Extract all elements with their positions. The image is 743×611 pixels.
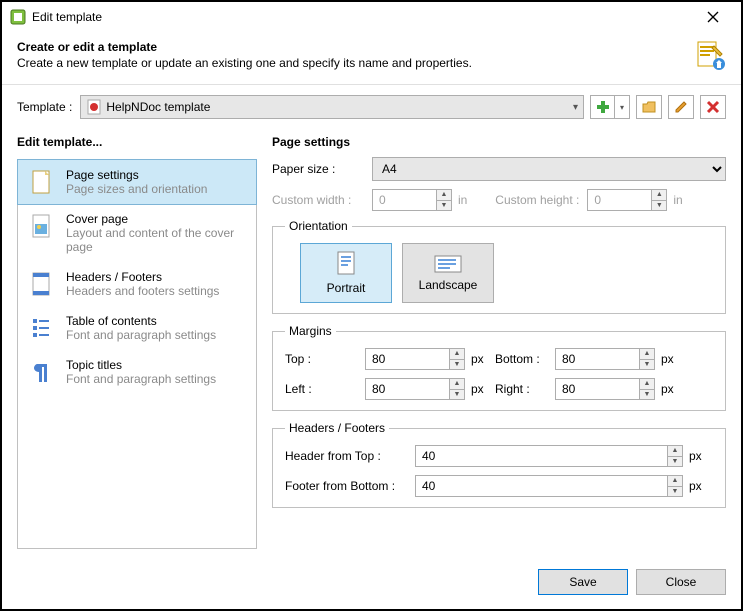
template-row: Template : HelpNDoc template ▾ ▾ <box>2 85 741 129</box>
custom-height-input[interactable]: 0▲▼ <box>587 189 667 211</box>
custom-width-label: Custom width : <box>272 193 372 207</box>
margin-bottom-label: Bottom : <box>495 352 555 366</box>
margin-left-label: Left : <box>285 382 365 396</box>
margins-group: Margins Top : 80▲▼ px Bottom : 80▲▼ px L… <box>272 324 726 411</box>
window-close-button[interactable] <box>693 2 733 32</box>
chevron-down-icon: ▾ <box>573 102 578 113</box>
margin-top-input[interactable]: 80▲▼ <box>365 348 465 370</box>
sidebar-title: Edit template... <box>17 129 257 159</box>
margin-right-label: Right : <box>495 382 555 396</box>
header-subtitle: Create a new template or update an exist… <box>17 56 694 70</box>
footer: Save Close <box>2 559 741 609</box>
paragraph-icon <box>28 358 56 386</box>
template-select[interactable]: HelpNDoc template ▾ <box>80 95 584 119</box>
margin-bottom-input[interactable]: 80▲▼ <box>555 348 655 370</box>
headers-footers-group: Headers / Footers Header from Top : 40▲▼… <box>272 421 726 508</box>
page-icon <box>28 168 56 196</box>
margin-right-input[interactable]: 80▲▼ <box>555 378 655 400</box>
orientation-group: Orientation Portrait Landscape <box>272 219 726 314</box>
template-label: Template : <box>17 100 72 114</box>
margin-left-input[interactable]: 80▲▼ <box>365 378 465 400</box>
header-icon <box>694 40 726 72</box>
template-selected: HelpNDoc template <box>106 100 210 114</box>
footer-from-bottom-input[interactable]: 40▲▼ <box>415 475 683 497</box>
header-from-top-input[interactable]: 40▲▼ <box>415 445 683 467</box>
header-from-top-label: Header from Top : <box>285 449 415 463</box>
pdf-icon <box>86 99 102 115</box>
header-title: Create or edit a template <box>17 40 694 54</box>
headers-footers-icon <box>28 270 56 298</box>
sidebar-item-headers-footers[interactable]: Headers / FootersHeaders and footers set… <box>18 262 256 306</box>
open-template-button[interactable] <box>636 95 662 119</box>
sidebar-item-topic-titles[interactable]: Topic titlesFont and paragraph settings <box>18 350 256 394</box>
sidebar-item-cover-page[interactable]: Cover pageLayout and content of the cove… <box>18 204 256 262</box>
save-button[interactable]: Save <box>538 569 628 595</box>
portrait-button[interactable]: Portrait <box>300 243 392 303</box>
sidebar-item-toc[interactable]: Table of contentsFont and paragraph sett… <box>18 306 256 350</box>
header: Create or edit a template Create a new t… <box>2 32 741 85</box>
custom-height-label: Custom height : <box>487 193 587 207</box>
main-panel: Page settings Paper size : A4 Custom wid… <box>272 129 726 549</box>
margin-top-label: Top : <box>285 352 365 366</box>
window-title: Edit template <box>32 10 693 24</box>
paper-size-label: Paper size : <box>272 162 372 176</box>
add-template-button[interactable]: ▾ <box>590 95 630 119</box>
titlebar: Edit template <box>2 2 741 32</box>
sidebar-item-page-settings[interactable]: Page settingsPage sizes and orientation <box>17 159 257 205</box>
app-icon <box>10 9 26 25</box>
paper-size-select[interactable]: A4 <box>372 157 726 181</box>
delete-template-button[interactable] <box>700 95 726 119</box>
close-button[interactable]: Close <box>636 569 726 595</box>
sidebar: Edit template... Page settingsPage sizes… <box>17 129 257 549</box>
edit-template-window: Edit template Create or edit a template … <box>2 2 741 609</box>
footer-from-bottom-label: Footer from Bottom : <box>285 479 415 493</box>
edit-template-button[interactable] <box>668 95 694 119</box>
custom-width-input[interactable]: 0▲▼ <box>372 189 452 211</box>
main-title: Page settings <box>272 129 726 157</box>
landscape-button[interactable]: Landscape <box>402 243 494 303</box>
cover-page-icon <box>28 212 56 254</box>
toc-icon <box>28 314 56 342</box>
